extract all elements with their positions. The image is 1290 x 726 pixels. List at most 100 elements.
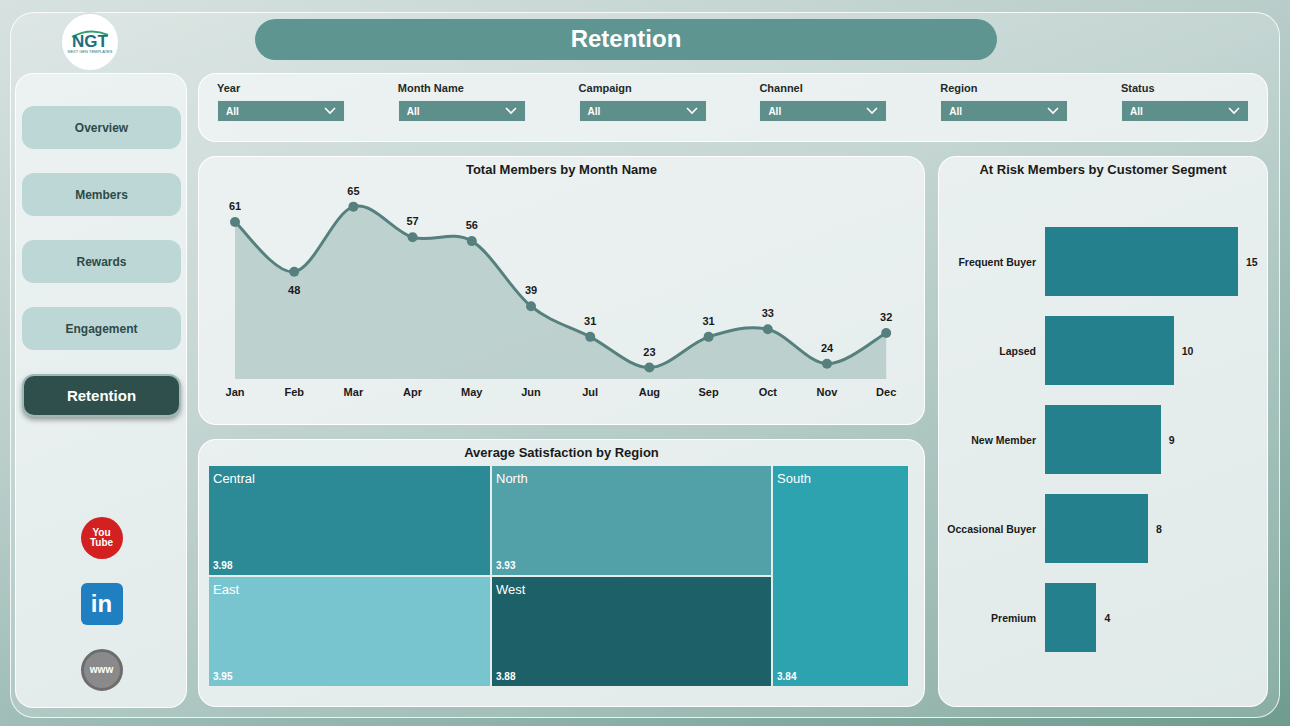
bar-row[interactable]: Occasional Buyer8 (939, 494, 1267, 563)
data-point[interactable]: 33 Oct (759, 307, 778, 398)
data-point[interactable]: 39Jun (521, 284, 541, 398)
dropdown-value: All (768, 106, 781, 117)
data-point[interactable]: 48Feb (284, 267, 304, 398)
month-label: Mar (344, 386, 364, 398)
month-label: May (461, 386, 483, 398)
filter: ChannelAll (759, 82, 887, 122)
filter-dropdown[interactable]: All (1121, 100, 1249, 122)
tile-name: West (496, 582, 767, 597)
chevron-down-icon (505, 107, 517, 115)
data-point[interactable]: 31 Jul (582, 315, 598, 398)
web-icon[interactable]: www (81, 649, 123, 691)
chart-title: Total Members by Month Name (199, 157, 924, 177)
data-point[interactable]: 65Mar (344, 185, 364, 398)
bar (1045, 405, 1161, 474)
dropdown-value: All (588, 106, 601, 117)
point-marker (822, 359, 832, 369)
point-marker (644, 363, 654, 373)
month-label: Apr (403, 386, 423, 398)
chevron-down-icon (1047, 107, 1059, 115)
nav-button[interactable]: Overview (22, 106, 181, 149)
point-label: 61 (229, 200, 241, 212)
logo-area: NGTNEXT GEN TEMPLATES (15, 15, 187, 63)
bar-label: New Member (939, 434, 1045, 446)
data-point[interactable]: 31Sep (699, 315, 719, 398)
point-label: 57 (406, 215, 418, 227)
filter: Month NameAll (398, 82, 526, 122)
treemap-tile[interactable]: East3.95 (209, 577, 490, 686)
youtube-icon[interactable]: YouTube (81, 517, 123, 559)
point-marker (763, 324, 773, 334)
point-label: 23 (643, 346, 655, 358)
nav-button[interactable]: Retention (22, 374, 181, 417)
nav-button[interactable]: Members (22, 173, 181, 216)
bar-row[interactable]: Premium4 (939, 583, 1267, 652)
filter-dropdown[interactable]: All (759, 100, 887, 122)
treemap: Central3.98East3.95North3.93 West 3.88 Sout… (209, 466, 908, 686)
treemap-tile[interactable]: West 3.88 (492, 577, 771, 686)
chevron-down-icon (866, 107, 878, 115)
tile-name: East (213, 582, 486, 597)
dropdown-value: All (949, 106, 962, 117)
month-label: Jan (226, 386, 245, 398)
dashboard-frame: NGTNEXT GEN TEMPLATES Retention Overview Me… (10, 12, 1280, 718)
tile-value: 3.98 (213, 560, 486, 571)
linkedin-icon[interactable]: in (81, 583, 123, 625)
social-links: YouTube in www (22, 517, 181, 691)
data-point[interactable]: 61 Jan (226, 200, 245, 398)
month-label: Jul (582, 386, 598, 398)
bar-value: 15 (1238, 256, 1258, 268)
bar-label: Frequent Buyer (939, 256, 1045, 268)
bar-label: Lapsed (939, 345, 1045, 357)
tile-name: South (777, 471, 904, 486)
month-label: Sep (699, 386, 719, 398)
data-point[interactable]: 24Nov (817, 342, 839, 398)
point-marker (289, 267, 299, 277)
filter-dropdown[interactable]: All (579, 100, 707, 122)
logo: NGTNEXT GEN TEMPLATES (60, 12, 120, 72)
point-label: 31 (584, 315, 596, 327)
data-point[interactable]: 32Dec (876, 311, 896, 398)
icon-text: www (90, 665, 113, 675)
nav-button[interactable]: Engagement (22, 307, 181, 350)
icon-text: You (92, 528, 110, 538)
point-label: 39 (525, 284, 537, 296)
data-point[interactable]: 23Aug (639, 346, 660, 398)
icon-text: Tube (90, 538, 113, 548)
point-marker (467, 236, 477, 246)
tile-value: 3.84 (777, 671, 904, 682)
chart-title: At Risk Members by Customer Segment (939, 157, 1267, 177)
point-label: 33 (762, 307, 774, 319)
tile-value: 3.88 (496, 671, 767, 682)
chevron-down-icon (1228, 107, 1240, 115)
data-point[interactable]: 57 Apr (403, 215, 423, 398)
filter-dropdown[interactable]: All (398, 100, 526, 122)
filter-dropdown[interactable]: All (940, 100, 1068, 122)
bar-row[interactable]: New Member 9 (939, 405, 1267, 474)
filter-label: Campaign (579, 82, 707, 94)
tile-value: 3.93 (496, 560, 767, 571)
dashboard-page: NGTNEXT GEN TEMPLATES Retention Overview Me… (0, 0, 1290, 726)
bar-row[interactable]: Lapsed10 (939, 316, 1267, 385)
point-label: 56 (466, 219, 478, 231)
data-point[interactable]: 56 May (461, 219, 483, 398)
treemap-tile[interactable]: Central3.98 (209, 466, 490, 575)
month-label: Oct (759, 386, 778, 398)
filter: StatusAll (1121, 82, 1249, 122)
point-marker (230, 217, 240, 227)
treemap-tile[interactable]: North3.93 (492, 466, 771, 575)
treemap-tile[interactable]: South 3.84 (773, 466, 908, 686)
point-label: 24 (821, 342, 834, 354)
point-marker (348, 202, 358, 212)
logo-text: NGT (72, 33, 108, 50)
point-label: 48 (288, 284, 300, 296)
bar-row[interactable]: Frequent Buyer 15 (939, 227, 1267, 296)
nav-button[interactable]: Rewards (22, 240, 181, 283)
treemap-panel: Average Satisfaction by RegionCentral3.9… (198, 439, 925, 707)
point-marker (881, 328, 891, 338)
bar-value: 4 (1096, 612, 1110, 624)
filter-dropdown[interactable]: All (217, 100, 345, 122)
chart-area (235, 206, 886, 379)
bar (1045, 227, 1238, 296)
bar-value: 9 (1161, 434, 1175, 446)
